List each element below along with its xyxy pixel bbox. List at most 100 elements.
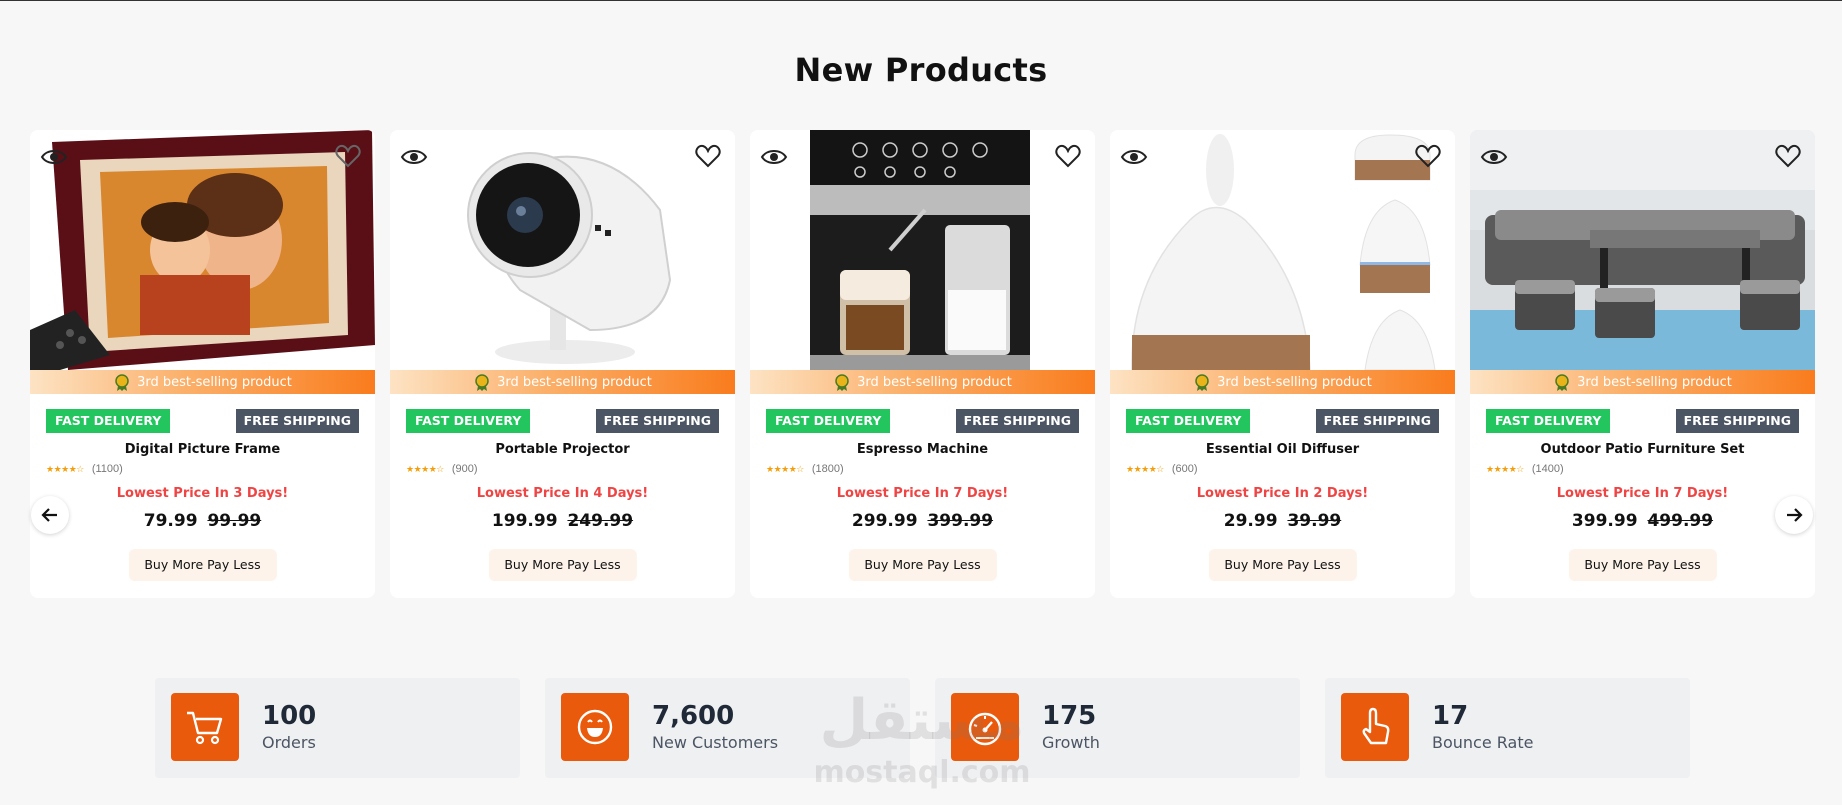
price-row: 299.99 399.99 <box>750 511 1095 531</box>
wishlist-heart-icon[interactable] <box>1775 144 1801 168</box>
stat-label: Growth <box>1042 733 1100 752</box>
price-row: 29.99 39.99 <box>1110 511 1455 531</box>
lowest-price-promo: Lowest Price In 4 Days! <box>476 486 649 501</box>
product-image[interactable] <box>30 130 375 370</box>
stat-card-growth: 175 Growth <box>935 678 1300 778</box>
price-row: 199.99 249.99 <box>390 511 735 531</box>
product-image[interactable] <box>750 130 1095 370</box>
current-price: 29.99 <box>1223 511 1278 531</box>
cart-icon <box>171 693 239 761</box>
fast-delivery-badge: FAST DELIVERY <box>1126 409 1251 433</box>
rating-stars: ★★★★☆ <box>1126 463 1164 474</box>
current-price: 79.99 <box>143 511 198 531</box>
old-price: 399.99 <box>927 511 994 531</box>
review-count: (600) <box>1171 463 1198 475</box>
product-card[interactable]: 3rd best-selling product FAST DELIVERY F… <box>1110 130 1455 598</box>
stats-row: 100 Orders 7,600 New Customers 175 Growt… <box>155 678 1690 778</box>
buy-more-pay-less-button[interactable]: Buy More Pay Less <box>488 549 637 581</box>
arrow-right-icon <box>1787 508 1803 522</box>
stat-label: New Customers <box>652 733 779 752</box>
wishlist-heart-icon[interactable] <box>1415 144 1441 168</box>
rating-stars: ★★★★☆ <box>46 463 84 474</box>
lowest-price-promo: Lowest Price In 3 Days! <box>116 486 289 501</box>
fast-delivery-badge: FAST DELIVERY <box>406 409 531 433</box>
product-rating: ★★★★☆ (1100) <box>46 463 123 475</box>
buy-more-pay-less-button[interactable]: Buy More Pay Less <box>128 549 277 581</box>
stat-label: Bounce Rate <box>1432 733 1534 752</box>
review-count: (1100) <box>91 463 123 475</box>
buy-more-pay-less-button[interactable]: Buy More Pay Less <box>1208 549 1357 581</box>
best-selling-strip: 3rd best-selling product <box>1110 370 1455 394</box>
stat-label: Orders <box>262 733 316 752</box>
product-rating: ★★★★☆ (900) <box>406 463 478 475</box>
rating-stars: ★★★★☆ <box>1486 463 1524 474</box>
product-card[interactable]: 3rd best-selling product FAST DELIVERY F… <box>390 130 735 598</box>
current-price: 199.99 <box>491 511 558 531</box>
lowest-price-promo: Lowest Price In 7 Days! <box>836 486 1009 501</box>
current-price: 399.99 <box>1571 511 1638 531</box>
arrow-left-icon <box>41 508 57 522</box>
medal-icon <box>835 374 849 391</box>
free-shipping-badge: FREE SHIPPING <box>595 409 719 433</box>
review-count: (900) <box>451 463 478 475</box>
wishlist-heart-icon[interactable] <box>335 144 361 168</box>
lowest-price-promo: Lowest Price In 2 Days! <box>1196 486 1369 501</box>
section-title: New Products <box>794 51 1048 89</box>
price-row: 79.99 99.99 <box>30 511 375 531</box>
product-card[interactable]: 3rd best-selling product FAST DELIVERY F… <box>750 130 1095 598</box>
rating-stars: ★★★★☆ <box>406 463 444 474</box>
stat-value: 175 <box>1042 701 1097 731</box>
best-selling-strip: 3rd best-selling product <box>750 370 1095 394</box>
product-name[interactable]: Outdoor Patio Furniture Set <box>1470 442 1815 457</box>
product-rating: ★★★★☆ (600) <box>1126 463 1198 475</box>
quick-view-eye-icon[interactable] <box>1120 146 1148 168</box>
stat-card-orders: 100 Orders <box>155 678 520 778</box>
product-card[interactable]: 3rd best-selling product FAST DELIVERY F… <box>1470 130 1815 598</box>
price-row: 399.99 499.99 <box>1470 511 1815 531</box>
old-price: 39.99 <box>1287 511 1342 531</box>
current-price: 299.99 <box>851 511 918 531</box>
quick-view-eye-icon[interactable] <box>40 146 68 168</box>
buy-more-pay-less-button[interactable]: Buy More Pay Less <box>1568 549 1717 581</box>
product-name[interactable]: Essential Oil Diffuser <box>1110 442 1455 457</box>
product-name[interactable]: Portable Projector <box>390 442 735 457</box>
product-name[interactable]: Digital Picture Frame <box>30 442 375 457</box>
medal-icon <box>1195 374 1209 391</box>
medal-icon <box>1555 374 1569 391</box>
product-image[interactable] <box>1470 130 1815 370</box>
best-selling-label: 3rd best-selling product <box>1577 374 1732 390</box>
product-image[interactable] <box>1110 130 1455 370</box>
wishlist-heart-icon[interactable] <box>695 144 721 168</box>
free-shipping-badge: FREE SHIPPING <box>1675 409 1799 433</box>
rating-stars: ★★★★☆ <box>766 463 804 474</box>
review-count: (1400) <box>1531 463 1564 475</box>
product-rating: ★★★★☆ (1400) <box>1486 463 1564 475</box>
product-image[interactable] <box>390 130 735 370</box>
stat-value: 100 <box>262 701 317 731</box>
wishlist-heart-icon[interactable] <box>1055 144 1081 168</box>
old-price: 249.99 <box>567 511 634 531</box>
quick-view-eye-icon[interactable] <box>1480 146 1508 168</box>
quick-view-eye-icon[interactable] <box>400 146 428 168</box>
product-name[interactable]: Espresso Machine <box>750 442 1095 457</box>
product-carousel: 3rd best-selling product FAST DELIVERY F… <box>30 130 1816 598</box>
pointer-hand-icon <box>1341 693 1409 761</box>
buy-more-pay-less-button[interactable]: Buy More Pay Less <box>848 549 997 581</box>
old-price: 99.99 <box>207 511 262 531</box>
fast-delivery-badge: FAST DELIVERY <box>766 409 891 433</box>
free-shipping-badge: FREE SHIPPING <box>1315 409 1439 433</box>
product-card[interactable]: 3rd best-selling product FAST DELIVERY F… <box>30 130 375 598</box>
stat-value: 7,600 <box>652 701 735 731</box>
best-selling-label: 3rd best-selling product <box>137 374 292 390</box>
quick-view-eye-icon[interactable] <box>760 146 788 168</box>
product-rating: ★★★★☆ (1800) <box>766 463 844 475</box>
smile-icon <box>561 693 629 761</box>
best-selling-label: 3rd best-selling product <box>1217 374 1372 390</box>
lowest-price-promo: Lowest Price In 7 Days! <box>1556 486 1729 501</box>
best-selling-strip: 3rd best-selling product <box>30 370 375 394</box>
fast-delivery-badge: FAST DELIVERY <box>1486 409 1611 433</box>
carousel-next-button[interactable] <box>1775 496 1813 534</box>
stat-card-new-customers: 7,600 New Customers <box>545 678 910 778</box>
carousel-prev-button[interactable] <box>31 496 69 534</box>
best-selling-strip: 3rd best-selling product <box>1470 370 1815 394</box>
